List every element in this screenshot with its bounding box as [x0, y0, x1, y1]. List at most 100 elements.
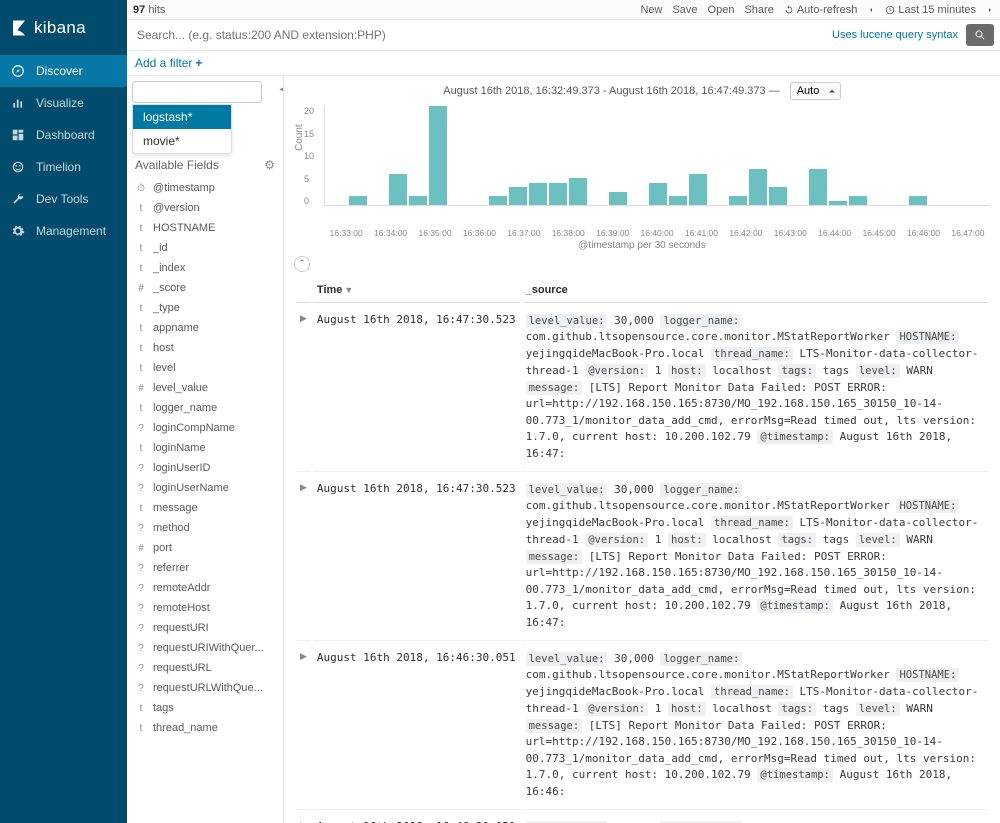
bar[interactable]	[849, 196, 867, 205]
index-pattern-dropdown: logstash* movie*	[132, 104, 232, 154]
field-loginusername[interactable]: ?loginUserName	[127, 478, 283, 498]
dashboard-icon	[10, 127, 26, 143]
field-message[interactable]: tmessage	[127, 498, 283, 518]
field--type[interactable]: t_type	[127, 298, 283, 318]
histogram-chart[interactable]: Count 20151050	[294, 106, 990, 226]
search-icon	[974, 29, 986, 41]
field-requesturi[interactable]: ?requestURI	[127, 618, 283, 638]
nav-management[interactable]: Management	[0, 215, 127, 247]
add-filter[interactable]: Add a filter +	[135, 56, 202, 70]
save-link[interactable]: Save	[672, 4, 697, 16]
source-cell: level_value: 30,000 logger_name: com.git…	[522, 643, 988, 810]
chevron-left-icon[interactable]	[867, 6, 875, 14]
field--version[interactable]: t@version	[127, 198, 283, 218]
bar[interactable]	[409, 196, 427, 205]
bar[interactable]	[529, 183, 547, 206]
expand-icon[interactable]: ▶	[296, 643, 311, 810]
nav-timelion[interactable]: Timelion	[0, 151, 127, 183]
bar[interactable]	[669, 196, 687, 205]
nav-visualize[interactable]: Visualize	[0, 87, 127, 119]
time-cell: August 16th 2018, 16:46:30.051	[313, 812, 520, 823]
field-loginname[interactable]: tloginName	[127, 438, 283, 458]
field-thread-name[interactable]: tthread_name	[127, 718, 283, 738]
field-port[interactable]: #port	[127, 538, 283, 558]
field-loginuserid[interactable]: ?loginUserID	[127, 458, 283, 478]
filter-bar: Add a filter +	[127, 51, 1000, 76]
x-axis-label: @timestamp per 30 seconds	[294, 240, 990, 251]
gear-icon[interactable]: ⚙	[264, 158, 275, 172]
bar[interactable]	[429, 106, 447, 205]
main: 97 hits New Save Open Share Auto-refresh…	[127, 0, 1000, 823]
compass-icon	[10, 63, 26, 79]
field-level[interactable]: tlevel	[127, 358, 283, 378]
field-logger-name[interactable]: tlogger_name	[127, 398, 283, 418]
pattern-option-movie[interactable]: movie*	[133, 129, 231, 153]
bar[interactable]	[609, 192, 627, 206]
field--score[interactable]: #_score	[127, 278, 283, 298]
kibana-logo[interactable]: kibana	[0, 0, 127, 55]
field-level-value[interactable]: #level_value	[127, 378, 283, 398]
bar[interactable]	[349, 196, 367, 205]
collapse-chart-icon[interactable]: ⌃	[294, 256, 310, 272]
bar[interactable]	[769, 187, 787, 205]
source-col-header[interactable]: _source	[522, 278, 988, 303]
field-appname[interactable]: tappname	[127, 318, 283, 338]
interval-select[interactable]: Auto	[790, 82, 841, 100]
topbar: 97 hits New Save Open Share Auto-refresh…	[127, 0, 1000, 20]
field--timestamp[interactable]: ⏱@timestamp	[127, 178, 283, 198]
lucene-link[interactable]: Uses lucene query syntax	[832, 29, 966, 41]
bar[interactable]	[749, 169, 767, 205]
bar[interactable]	[649, 183, 667, 206]
field-hostname[interactable]: tHOSTNAME	[127, 218, 283, 238]
pattern-option-logstash[interactable]: logstash*	[133, 105, 231, 129]
time-cell: August 16th 2018, 16:47:30.523	[313, 305, 520, 472]
field-method[interactable]: ?method	[127, 518, 283, 538]
chevron-right-icon[interactable]	[986, 6, 994, 14]
doc-table: Time▼ _source ▶August 16th 2018, 16:47:3…	[294, 276, 990, 823]
bar[interactable]	[389, 174, 407, 206]
open-link[interactable]: Open	[708, 4, 735, 16]
bar[interactable]	[509, 187, 527, 205]
nav-dashboard[interactable]: Dashboard	[0, 119, 127, 151]
field--index[interactable]: t_index	[127, 258, 283, 278]
time-col-header[interactable]: Time▼	[313, 278, 520, 303]
search-input[interactable]	[127, 28, 832, 42]
bar[interactable]	[549, 183, 567, 206]
auto-refresh[interactable]: Auto-refresh	[784, 4, 858, 16]
field-host[interactable]: thost	[127, 338, 283, 358]
field-referrer[interactable]: ?referrer	[127, 558, 283, 578]
field-sidebar: ◀ logstash* movie* Available Fields ⚙ ⏱@…	[127, 76, 284, 823]
field-remoteaddr[interactable]: ?remoteAddr	[127, 578, 283, 598]
table-row: ▶August 16th 2018, 16:47:30.523level_val…	[296, 474, 988, 641]
source-cell: level_value: 30,000 logger_name: com.git…	[522, 812, 988, 823]
new-link[interactable]: New	[640, 4, 662, 16]
field-requesturl[interactable]: ?requestURL	[127, 658, 283, 678]
brand-text: kibana	[34, 18, 86, 38]
bar[interactable]	[829, 201, 847, 206]
index-pattern-input[interactable]	[132, 81, 262, 103]
expand-icon[interactable]: ▶	[296, 474, 311, 641]
time-range[interactable]: Last 15 minutes	[885, 4, 976, 16]
field-requesturiwithquer---[interactable]: ?requestURIWithQuer...	[127, 638, 283, 658]
share-link[interactable]: Share	[744, 4, 773, 16]
bar[interactable]	[809, 169, 827, 205]
expand-icon[interactable]: ▶	[296, 305, 311, 472]
field-tags[interactable]: ttags	[127, 698, 283, 718]
nav-discover[interactable]: Discover	[0, 55, 127, 87]
nav-dev-tools[interactable]: Dev Tools	[0, 183, 127, 215]
time-header: August 16th 2018, 16:32:49.373 - August …	[294, 76, 990, 106]
field-remotehost[interactable]: ?remoteHost	[127, 598, 283, 618]
bar[interactable]	[569, 178, 587, 205]
bar[interactable]	[729, 196, 747, 205]
bar[interactable]	[689, 174, 707, 206]
source-cell: level_value: 30,000 logger_name: com.git…	[522, 305, 988, 472]
field-logincompname[interactable]: ?loginCompName	[127, 418, 283, 438]
table-row: ▶August 16th 2018, 16:46:30.051level_val…	[296, 643, 988, 810]
wrench-icon	[10, 191, 26, 207]
field-requesturlwithque---[interactable]: ?requestURLWithQue...	[127, 678, 283, 698]
bar[interactable]	[489, 196, 507, 205]
bar[interactable]	[909, 196, 927, 205]
field--id[interactable]: t_id	[127, 238, 283, 258]
search-button[interactable]	[966, 24, 994, 46]
expand-icon[interactable]: ▶	[296, 812, 311, 823]
